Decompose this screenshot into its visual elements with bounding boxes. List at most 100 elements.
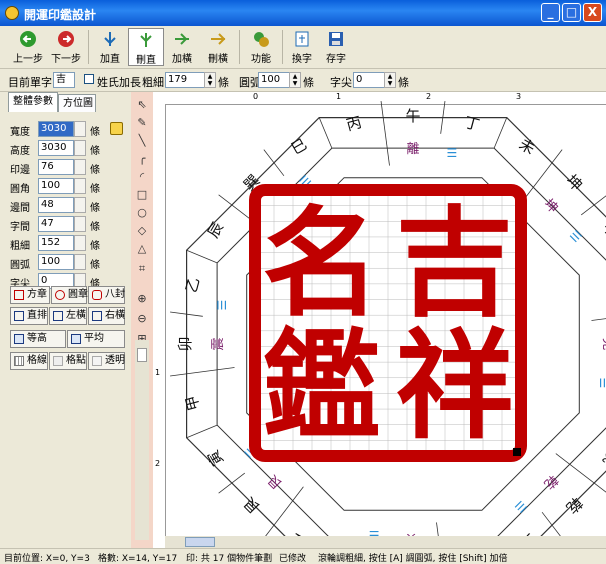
tip-spinner[interactable]: ▲ ▼ [384, 72, 396, 88]
param-spinner[interactable] [74, 254, 86, 270]
window-title: 開運印鑑設計 [24, 8, 97, 22]
thickness-field[interactable]: 179 [165, 72, 205, 88]
param-label: 高度 [10, 146, 30, 157]
param-spinner[interactable] [74, 121, 86, 137]
diamond-icon[interactable]: ◇ [133, 222, 151, 240]
zoom-slider-thumb[interactable] [137, 348, 147, 362]
rectangle-icon[interactable]: □ [133, 186, 151, 204]
resize-handle [513, 448, 521, 456]
app-icon [5, 6, 19, 20]
average-button[interactable]: 平均 [67, 330, 125, 348]
save-char-button[interactable]: 存字 [318, 28, 354, 66]
curve-icon[interactable]: ╭ [133, 150, 151, 168]
line-icon[interactable]: ╲ [133, 132, 151, 150]
circle-icon [55, 290, 65, 300]
param-unit: 條 [90, 203, 100, 214]
param-spinner[interactable] [74, 197, 86, 213]
seal-character: 祥 [395, 316, 513, 455]
horizontal-scrollbar[interactable] [165, 536, 606, 548]
arc-spinner[interactable]: ▲ ▼ [289, 72, 301, 88]
add-horizontal-button[interactable]: 加橫 [164, 28, 200, 66]
right-layout-icon [92, 311, 102, 321]
param-value-field[interactable]: 76 [38, 159, 74, 175]
shape-octagon-button[interactable]: 八封 [88, 286, 125, 304]
param-spinner[interactable] [74, 235, 86, 251]
function-button[interactable]: 功能 [243, 28, 279, 66]
redo-button[interactable]: 下一步 [48, 28, 84, 66]
options-bar: 目前單字: 吉 姓氏加長 粗細 179 ▲ ▼ 條 圓弧 100 ▲ ▼ 條 字尖 … [0, 69, 606, 92]
arc-icon[interactable]: ◜ [133, 168, 151, 186]
bagua-diagram: 丙午丁未坤申庚酉辛戌乾亥壬子癸丑艮寅甲卯乙辰巽巳離☰坤☰兌☰乾☰坎☰艮☰震☰巽☰… [170, 101, 606, 548]
design-canvas[interactable]: 0 1 2 3 1 2 丙午丁未坤申庚酉辛戌乾亥壬子癸丑艮寅甲卯乙辰巽巳離☰坤☰… [153, 92, 606, 548]
zoom-slider[interactable] [135, 340, 149, 540]
status-hint: 滾輪調粗細, 按住 [A] 調圓弧, 按住 [Shift] 加倍 [318, 554, 508, 564]
tab-direction-map[interactable]: 方位圖 [58, 94, 96, 112]
tip-field[interactable]: 0 [353, 72, 385, 88]
seal-character: 吉 [395, 193, 513, 332]
param-label: 寬度 [10, 127, 30, 138]
status-count: 印: 共 17 個物件筆劃 [186, 554, 273, 564]
param-value-field[interactable]: 3030 [38, 121, 74, 137]
zoom-out-icon[interactable]: ⊖ [133, 310, 151, 328]
param-value-field[interactable]: 100 [38, 254, 74, 270]
grid-lines-button[interactable]: 格線 [10, 352, 48, 370]
add-vertical-button[interactable]: 加直 [92, 28, 128, 66]
delete-horizontal-button[interactable]: 刪橫 [200, 28, 236, 66]
status-modified: 已修改 [279, 554, 307, 564]
param-label: 字間 [10, 222, 30, 233]
outer-ring-label: 卯 [176, 336, 194, 351]
transparent-button[interactable]: 透明 [88, 352, 125, 370]
function-icon [254, 32, 269, 47]
close-button[interactable]: X [583, 3, 602, 22]
maximize-button[interactable]: □ [562, 3, 581, 22]
param-label: 粗細 [10, 241, 30, 252]
param-spinner[interactable] [74, 140, 86, 156]
target-char-field[interactable]: 吉 [53, 72, 75, 88]
crop-icon[interactable]: ⌗ [133, 260, 151, 278]
layout-left-horizontal-button[interactable]: 左橫 [49, 307, 87, 325]
param-value-field[interactable]: 47 [38, 216, 74, 232]
param-value-field[interactable]: 48 [38, 197, 74, 213]
param-value-field[interactable]: 100 [38, 178, 74, 194]
layout-vertical-button[interactable]: 直排 [10, 307, 48, 325]
grid-dots-button[interactable]: 格點 [49, 352, 87, 370]
shape-round-button[interactable]: 圓章 [51, 286, 88, 304]
shape-square-button[interactable]: 方章 [10, 286, 50, 304]
parameter-panel: 整體參數 方位圖 寬度 3030 條高度 3030 條印邊 76 條圓角 100 條邊間 48 條字… [0, 92, 130, 548]
param-unit: 條 [90, 146, 100, 157]
square-icon [14, 290, 24, 300]
grid-lines-icon [14, 356, 24, 366]
arc-field[interactable]: 100 [258, 72, 290, 88]
seal-character: 鑑 [262, 316, 380, 455]
save-icon [329, 32, 343, 46]
trigram-symbol-icon: ☰ [215, 300, 229, 311]
lock-icon[interactable] [110, 122, 123, 135]
circle-tool-icon[interactable]: ○ [133, 204, 151, 222]
delete-vertical-button[interactable]: 刪直 [128, 28, 164, 66]
pen-icon[interactable]: ✎ [133, 114, 151, 132]
surname-bold-checkbox[interactable] [84, 74, 94, 84]
layout-right-horizontal-button[interactable]: 右橫 [88, 307, 125, 325]
param-unit: 條 [90, 260, 100, 271]
param-value-field[interactable]: 152 [38, 235, 74, 251]
minimize-button[interactable]: _ [541, 3, 560, 22]
arc-unit: 條 [303, 76, 314, 89]
title-bar: 開運印鑑設計 _ □ X [0, 0, 606, 26]
param-spinner[interactable] [74, 159, 86, 175]
undo-button[interactable]: 上一步 [10, 28, 46, 66]
change-char-icon [295, 31, 309, 47]
thickness-spinner[interactable]: ▲ ▼ [204, 72, 216, 88]
param-label: 邊間 [10, 203, 30, 214]
tab-overall-params[interactable]: 整體參數 [8, 92, 58, 112]
equal-height-button[interactable]: 等高 [10, 330, 66, 348]
param-spinner[interactable] [74, 216, 86, 232]
delete-horizontal-icon [211, 33, 226, 45]
param-value-field[interactable]: 3030 [38, 140, 74, 156]
scroll-thumb[interactable] [185, 537, 215, 547]
change-char-button[interactable]: 換字 [284, 28, 320, 66]
zoom-in-icon[interactable]: ⊕ [133, 290, 151, 308]
select-arrow-icon[interactable]: ⇖ [133, 96, 151, 114]
param-spinner[interactable] [74, 178, 86, 194]
param-unit: 條 [90, 127, 100, 138]
triangle-icon[interactable]: △ [133, 240, 151, 258]
